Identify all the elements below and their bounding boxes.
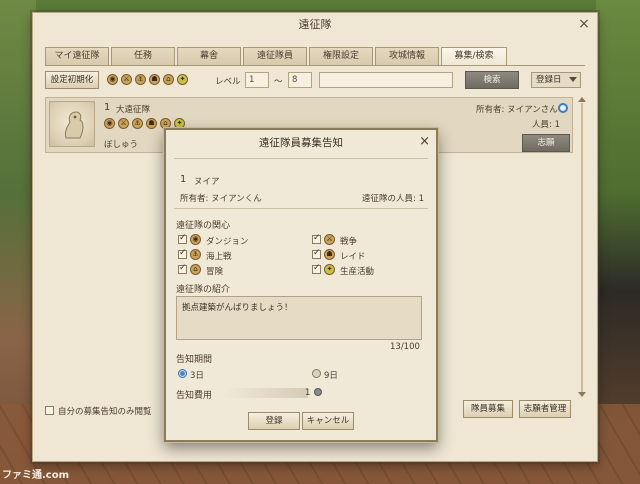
title-divider xyxy=(174,158,428,159)
crafting-filter-icon[interactable]: ✦ xyxy=(177,74,188,85)
interest-crafting-checkbox[interactable] xyxy=(312,263,321,274)
tab-my-expedition[interactable]: マイ遠征隊 xyxy=(45,47,109,65)
interest-war-label: 戦争 xyxy=(340,237,358,247)
sort-select[interactable]: 登録日 xyxy=(531,72,581,88)
crafting-icon: ✦ xyxy=(324,264,335,275)
sort-select-value: 登録日 xyxy=(536,75,562,85)
recruit-status: ぼしゅう xyxy=(104,140,139,150)
apply-button[interactable]: 志願 xyxy=(522,134,570,152)
level-max-input[interactable]: 8 xyxy=(288,72,312,88)
members-label: 人員: 1 xyxy=(532,120,560,130)
chevron-down-icon xyxy=(569,77,577,82)
close-icon[interactable]: × xyxy=(577,17,591,31)
interest-raid-checkbox[interactable] xyxy=(312,248,321,259)
raid-icon: ☗ xyxy=(324,249,335,260)
recruit-notice-dialog: 遠征隊員募集告知 × 1 ヌイア 所有者: ヌイアンくん 遠征隊の人員: 1 遠… xyxy=(164,128,438,442)
manage-applicants-button[interactable]: 志願者管理 xyxy=(519,400,571,418)
period-9day-radio[interactable] xyxy=(312,369,321,378)
search-input[interactable] xyxy=(319,72,453,88)
level-separator: ～ xyxy=(274,77,283,87)
interest-adventure-label: 冒険 xyxy=(206,267,224,277)
window-title: 遠征隊 xyxy=(298,18,332,31)
reset-filter-button[interactable]: 設定初期化 xyxy=(45,71,99,89)
war-icon: ⚔ xyxy=(118,118,129,129)
clock-icon xyxy=(558,103,568,113)
dungeon-filter-icon[interactable]: ◉ xyxy=(107,74,118,85)
war-filter-icon[interactable]: ⚔ xyxy=(121,74,132,85)
expedition-number: 1 xyxy=(104,102,111,113)
level-label: レベル xyxy=(215,77,241,87)
period-heading: 告知期間 xyxy=(176,355,213,365)
interest-naval-label: 海上戦 xyxy=(206,252,232,262)
interest-adventure-checkbox[interactable] xyxy=(178,263,187,274)
war-icon: ⚔ xyxy=(324,234,335,245)
period-3day-radio[interactable] xyxy=(178,369,187,378)
expedition-name: 大遠征隊 xyxy=(116,105,151,115)
naval-icon: ⚓ xyxy=(190,249,201,260)
dungeon-icon: ◉ xyxy=(190,234,201,245)
tab-members[interactable]: 遠征隊員 xyxy=(243,47,307,65)
char-count: 13/100 xyxy=(390,342,420,352)
interest-dungeon-checkbox[interactable] xyxy=(178,233,187,244)
tab-permissions[interactable]: 権限設定 xyxy=(309,47,373,65)
mine-only-label: 自分の募集告知のみ閲覧 xyxy=(58,407,152,417)
intro-heading: 遠征隊の紹介 xyxy=(176,285,231,295)
interest-dungeon-label: ダンジョン xyxy=(206,237,249,247)
scroll-up-icon[interactable] xyxy=(578,97,586,102)
interest-crafting-label: 生産活動 xyxy=(340,267,375,277)
register-button[interactable]: 登録 xyxy=(248,412,300,430)
interest-raid-label: レイド xyxy=(340,252,366,262)
filter-row: 設定初期化 ◉ ⚔ ⚓ ☗ ⌂ ✦ レベル 1 ～ 8 検索 登録日 xyxy=(45,71,585,91)
search-button[interactable]: 検索 xyxy=(465,71,519,89)
dungeon-icon: ◉ xyxy=(104,118,115,129)
interest-war-checkbox[interactable] xyxy=(312,233,321,244)
dialog-title: 遠征隊員募集告知 xyxy=(259,137,343,149)
interest-naval-checkbox[interactable] xyxy=(178,248,187,259)
adventure-icon: ⌂ xyxy=(190,264,201,275)
tab-divider xyxy=(45,65,585,66)
dialog-expedition-number: 1 xyxy=(180,174,187,185)
raid-filter-icon[interactable]: ☗ xyxy=(149,74,160,85)
intro-textarea[interactable]: 拠点建築がんばりましょう！ xyxy=(176,296,422,340)
cost-value: 1 xyxy=(305,388,311,398)
list-scrollbar[interactable] xyxy=(578,97,586,397)
dialog-owner: 所有者: ヌイアンくん xyxy=(180,194,262,204)
dialog-close-icon[interactable]: × xyxy=(419,134,430,149)
scroll-down-icon[interactable] xyxy=(578,392,586,397)
adventure-filter-icon[interactable]: ⌂ xyxy=(163,74,174,85)
interest-heading: 遠征隊の関心 xyxy=(176,221,231,231)
tab-bar: マイ遠征隊 任務 幕舎 遠征隊員 権限設定 攻城情報 募集/検索 xyxy=(45,47,507,66)
tab-tent[interactable]: 幕舎 xyxy=(177,47,241,65)
cost-bar xyxy=(222,388,308,398)
naval-filter-icon[interactable]: ⚓ xyxy=(135,74,146,85)
level-min-input[interactable]: 1 xyxy=(245,72,269,88)
info-divider xyxy=(174,208,428,209)
tab-recruit-search[interactable]: 募集/検索 xyxy=(441,47,507,66)
naval-icon: ⚓ xyxy=(132,118,143,129)
dialog-members: 遠征隊の人員: 1 xyxy=(362,194,424,204)
period-3day-label: 3日 xyxy=(190,371,204,381)
intro-text: 拠点建築がんばりましょう！ xyxy=(182,303,293,313)
mine-only-checkbox[interactable] xyxy=(45,406,54,415)
dialog-expedition-name: ヌイア xyxy=(194,177,220,187)
period-9day-label: 9日 xyxy=(324,371,338,381)
owner-label: 所有者: ヌイアンさん xyxy=(476,105,558,115)
tab-siege-info[interactable]: 攻城情報 xyxy=(375,47,439,65)
tab-missions[interactable]: 任務 xyxy=(111,47,175,65)
watermark-text: ファミ通.com xyxy=(2,470,70,481)
cancel-button[interactable]: キャンセル xyxy=(302,412,354,430)
coin-icon xyxy=(314,388,322,396)
raid-icon: ☗ xyxy=(146,118,157,129)
expedition-emblem-icon xyxy=(49,101,95,147)
recruit-members-button[interactable]: 隊員募集 xyxy=(463,400,513,418)
cost-heading: 告知費用 xyxy=(176,391,213,401)
scroll-track[interactable] xyxy=(581,103,583,393)
